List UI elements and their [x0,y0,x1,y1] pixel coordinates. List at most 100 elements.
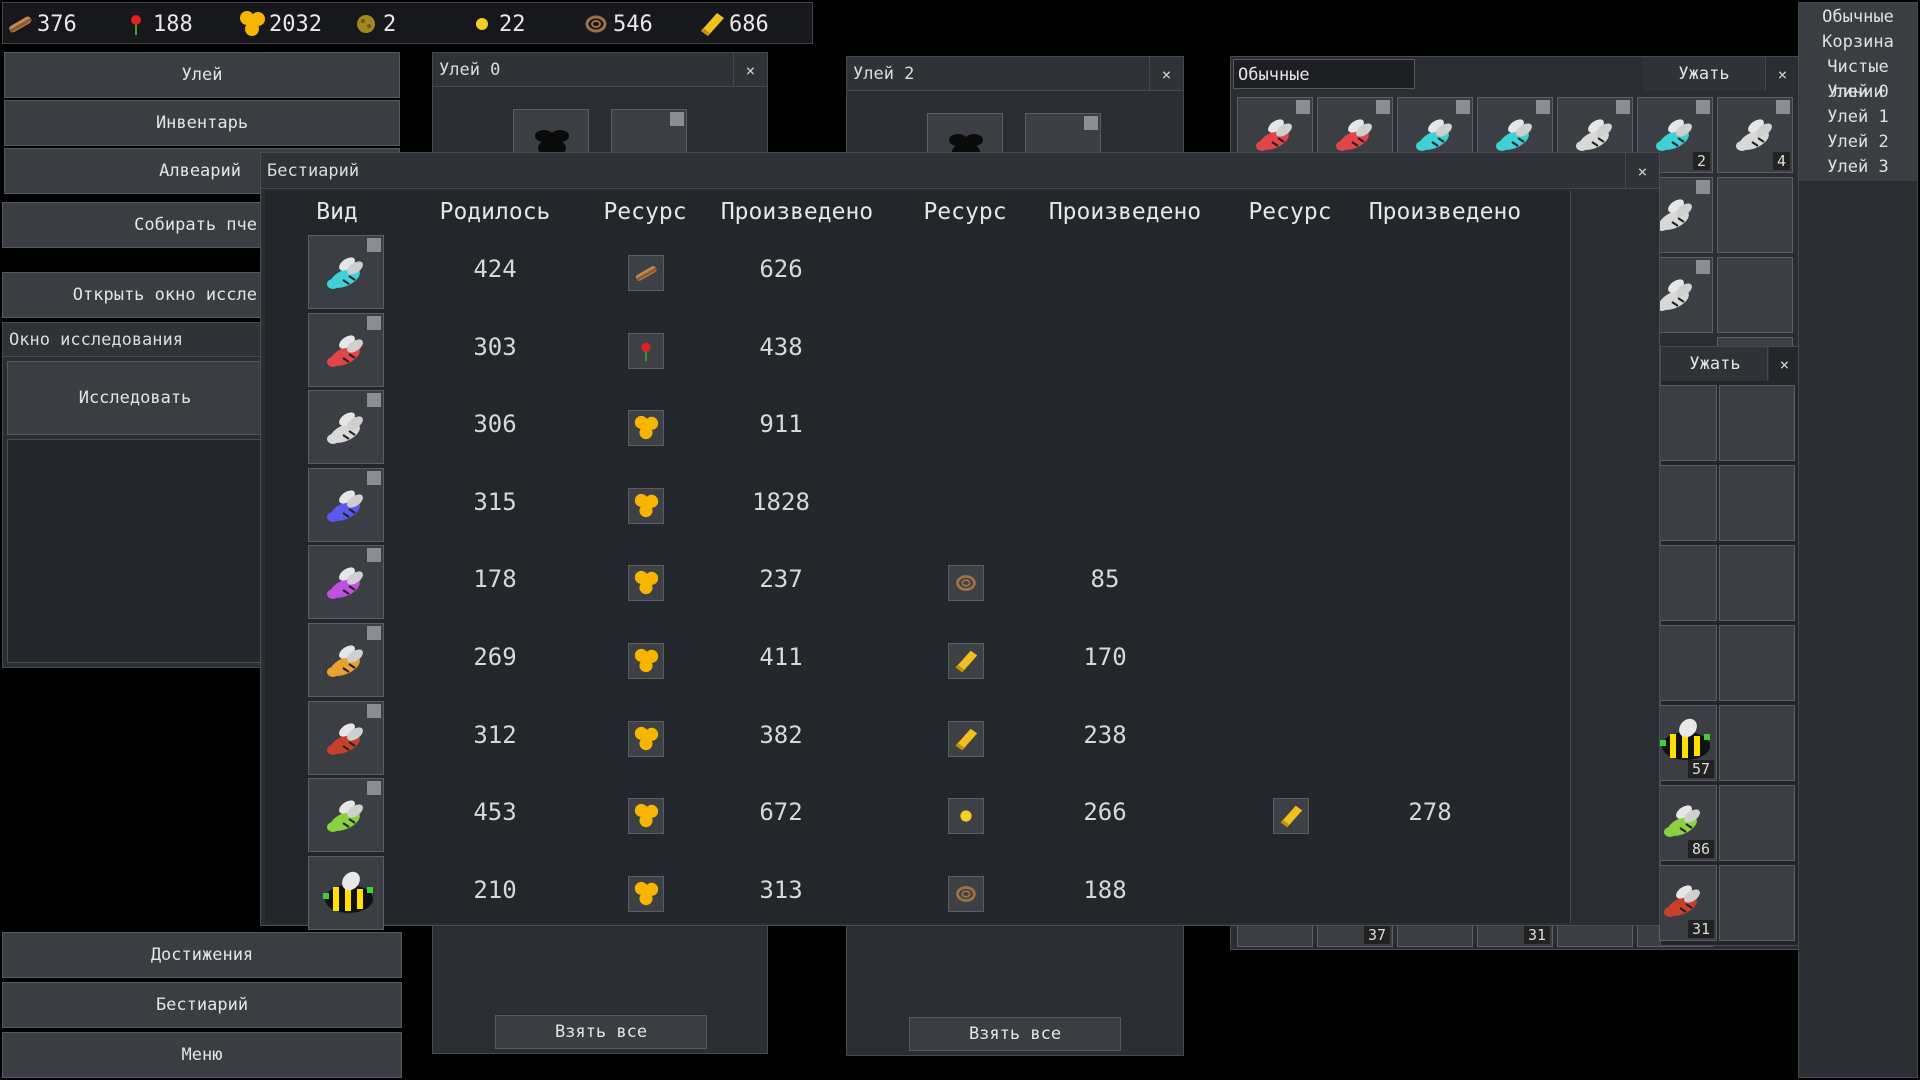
born-count: 269 [473,643,517,671]
table-row: 312 382 238 [265,699,1565,777]
resource-counter: 2 [351,3,396,45]
storage-slot[interactable] [1719,785,1795,861]
hive-0-close-button[interactable]: × [733,53,767,87]
slot-count: 2 [1692,152,1710,170]
species-slot[interactable] [308,390,384,465]
hive-2-title: Улей 2 [853,63,915,84]
honeycomb-icon [628,643,664,679]
bee-icon [315,401,375,457]
produced-count: 188 [1083,875,1127,904]
table-row: 306 911 [265,388,1565,466]
produced-count: 911 [759,410,803,439]
species-slot[interactable] [308,700,384,775]
rope-icon [948,875,984,912]
resource-value: 188 [153,11,193,37]
species-slot[interactable] [308,312,384,387]
species-slot[interactable] [308,467,384,542]
category-tree-item[interactable]: Корзина [1799,30,1917,55]
table-header: Вид [316,199,358,225]
produced-count: 672 [759,798,803,827]
category-tree-item[interactable]: Улей 2 [1799,130,1917,155]
hive-0-title: Улей 0 [439,59,501,80]
table-row: 424 626 [265,233,1565,311]
inventory-close-button[interactable]: × [1765,57,1799,91]
storage-compact-button[interactable]: Ужать [1661,347,1769,381]
table-row: 453 672 266 278 [265,776,1565,854]
honeycomb-icon [628,565,664,602]
storage-close-button[interactable]: × [1767,347,1801,381]
hive-2-take-all-button[interactable]: Взять все [909,1017,1121,1051]
slot-count: 86 [1687,840,1714,858]
category-tree-item[interactable]: Улей 0 [1799,80,1917,105]
bee-icon [315,789,375,845]
inventory-slot[interactable] [1717,257,1793,333]
produced-count: 170 [1083,643,1127,671]
bee-icon [315,634,375,690]
research-button[interactable]: Исследовать [7,361,263,435]
bee-icon [315,712,375,768]
hive-0-title-bar: Улей 0 [433,53,767,87]
hive-2-title-bar: Улей 2 [847,57,1183,91]
storage-slot[interactable]: 86 [1659,785,1717,861]
storage-slot[interactable] [1659,385,1717,461]
storage-slot[interactable] [1659,545,1717,621]
species-slot[interactable] [308,235,384,309]
inventory-filter-field[interactable]: Обычные [1233,59,1415,89]
storage-slot[interactable] [1719,465,1795,541]
achievements-button[interactable]: Достижения [2,932,402,978]
flower-icon [628,332,664,369]
species-slot[interactable] [308,778,384,853]
research-slot-area[interactable] [7,439,263,663]
collect-bees-button[interactable]: Собирать пче [2,202,262,248]
produced-count: 85 [1090,565,1120,594]
born-count: 210 [473,875,517,904]
open-research-window-button[interactable]: Открыть окно иссле [2,272,262,318]
produced-count: 1828 [752,487,810,516]
hive-0-take-all-button[interactable]: Взять все [495,1015,707,1049]
slot-count: 31 [1687,920,1714,938]
category-tree-item[interactable]: Обычные [1799,5,1917,30]
hive-2-close-button[interactable]: × [1149,57,1183,91]
resource-counter: 376 [5,3,77,45]
category-tree-item[interactable]: Улей 1 [1799,105,1917,130]
species-slot[interactable] [308,855,384,930]
category-tree-item[interactable]: Улей 3 [1799,155,1917,180]
storage-slot[interactable] [1659,625,1717,701]
storage-slot[interactable] [1719,545,1795,621]
species-slot[interactable] [308,545,384,620]
inventory-button[interactable]: Инвентарь [4,100,400,146]
pollen-icon [351,9,381,39]
table-row: 269 411 170 [265,621,1565,699]
storage-slot[interactable]: 31 [1659,865,1717,941]
table-row: 315 1828 [265,466,1565,544]
menu-button[interactable]: Меню [2,1032,402,1078]
storage-slot[interactable] [1659,465,1717,541]
storage-slot[interactable] [1719,625,1795,701]
wood-icon [5,9,35,39]
inventory-slot[interactable] [1717,177,1793,253]
storage-window: Ужать × 57 86 31 [1659,346,1802,946]
produced-count: 438 [759,332,803,361]
gold-ingot-icon [697,9,727,39]
storage-slot[interactable] [1719,385,1795,461]
table-header: Произведено [1048,199,1202,225]
bestiary-close-button[interactable]: × [1625,153,1659,189]
resource-counter: 686 [697,3,769,45]
wood-icon [628,255,664,291]
honeycomb-icon [628,487,664,524]
storage-slot[interactable]: 57 [1659,705,1717,781]
category-tree-item[interactable]: Чистые линии [1799,55,1917,102]
resource-value: 22 [499,11,526,37]
bestiary-button[interactable]: Бестиарий [2,982,402,1028]
hive-button[interactable]: Улей [4,52,400,98]
bee-icon [315,324,375,380]
resource-value: 546 [613,11,653,37]
storage-slot[interactable] [1719,705,1795,781]
species-slot[interactable] [308,623,384,697]
table-header: Произведено [1368,199,1522,225]
born-count: 315 [473,487,517,516]
inventory-compact-button[interactable]: Ужать [1643,57,1765,91]
inventory-slot[interactable]: 4 [1717,97,1793,173]
storage-slot[interactable] [1719,865,1795,941]
produced-count: 237 [759,565,803,594]
